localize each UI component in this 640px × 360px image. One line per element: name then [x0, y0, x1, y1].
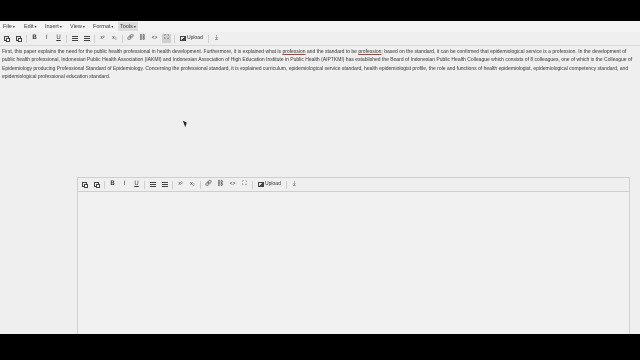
misspelled-word: profession [358, 49, 382, 55]
mouse-cursor [182, 119, 189, 128]
menu-edit[interactable]: Edit▾ [22, 22, 39, 31]
image-icon [180, 36, 186, 41]
toolbar-divider [174, 34, 175, 43]
toolbar-divider [252, 180, 253, 189]
download-icon: ⤓ [293, 181, 296, 187]
menu-file-label: File [3, 24, 12, 30]
upload-button[interactable]: Upload [256, 180, 283, 189]
upload-label: Upload [187, 35, 203, 41]
fullscreen-icon: ⛶ [242, 181, 247, 187]
underline-button[interactable]: U [54, 34, 63, 43]
menu-view[interactable]: View▾ [68, 22, 87, 31]
link-icon: 🔗︎ [204, 181, 213, 187]
copy-button[interactable] [2, 34, 11, 43]
fullscreen-icon: ⛶ [164, 35, 169, 41]
menu-edit-label: Edit [24, 24, 34, 30]
copy-icon [82, 182, 88, 188]
toolbar-divider [200, 180, 201, 189]
bold-button[interactable]: B [30, 34, 39, 43]
menu-tools-label: Tools [120, 24, 133, 30]
menu-view-label: View [70, 24, 82, 30]
chevron-down-icon: ▾ [133, 24, 136, 29]
editor-window: File▾ Edit▾ Insert▾ View▾ Format▾ Tools▾… [0, 21, 640, 334]
paste-button[interactable] [92, 180, 101, 189]
paste-button[interactable] [14, 34, 23, 43]
code-button[interactable]: <> [150, 34, 159, 43]
chevron-down-icon: ▾ [12, 24, 15, 29]
menu-insert[interactable]: Insert▾ [43, 22, 64, 31]
download-button[interactable]: ⤓ [212, 34, 221, 43]
numbered-list-icon [83, 36, 90, 41]
fullscreen-button[interactable]: ⛶ [162, 34, 171, 43]
link-icon: 🔗︎ [126, 35, 135, 41]
unlink-icon: ⛓︎ [138, 35, 147, 41]
toolbar-divider [172, 180, 173, 189]
subscript-button[interactable]: x₂ [110, 34, 119, 43]
menu-format-label: Format [93, 24, 111, 30]
toolbar-divider [207, 34, 209, 43]
toolbar-divider [122, 34, 123, 43]
menu-tools[interactable]: Tools▾ [118, 22, 138, 31]
editor-content[interactable]: First, this paper explains the need for … [2, 48, 635, 82]
toolbar-divider [144, 180, 145, 189]
numbered-list-button[interactable] [82, 34, 91, 43]
chevron-down-icon: ▾ [111, 24, 114, 29]
upload-button[interactable]: Upload [178, 34, 205, 43]
numbered-list-button[interactable] [160, 180, 169, 189]
bullet-list-icon [71, 36, 78, 41]
copy-icon [4, 36, 10, 42]
unlink-button[interactable]: ⛓︎ [138, 34, 147, 43]
content-text: and the standard to be [305, 49, 359, 55]
paste-icon [94, 182, 100, 188]
menu-format[interactable]: Format▾ [91, 22, 115, 31]
download-button[interactable]: ⤓ [290, 180, 299, 189]
subscript-button[interactable]: x₂ [188, 180, 197, 189]
download-icon: ⤓ [215, 35, 218, 41]
menu-insert-label: Insert [45, 24, 59, 30]
superscript-button[interactable]: x² [98, 34, 107, 43]
secondary-editor: B I U x² x₂ 🔗︎ ⛓︎ <> ⛶ Upload ⤓ [77, 177, 630, 334]
chevron-down-icon: ▾ [82, 24, 85, 29]
image-icon [258, 182, 264, 187]
toolbar-divider [104, 180, 105, 189]
unlink-button[interactable]: ⛓︎ [216, 180, 225, 189]
link-button[interactable]: 🔗︎ [204, 180, 213, 189]
secondary-editor-body[interactable] [78, 192, 629, 334]
toolbar-divider-line [0, 45, 640, 46]
fullscreen-button[interactable]: ⛶ [240, 180, 249, 189]
code-button[interactable]: <> [228, 180, 237, 189]
menubar: File▾ Edit▾ Insert▾ View▾ Format▾ Tools▾ [0, 21, 640, 32]
menu-file[interactable]: File▾ [1, 22, 17, 31]
bullet-list-button[interactable] [70, 34, 79, 43]
numbered-list-icon [161, 182, 168, 187]
upload-label: Upload [265, 181, 281, 187]
bullet-list-button[interactable] [148, 180, 157, 189]
italic-button[interactable]: I [120, 180, 129, 189]
copy-button[interactable] [80, 180, 89, 189]
bullet-list-icon [149, 182, 156, 187]
main-toolbar: B I U x² x₂ 🔗︎ ⛓︎ <> ⛶ Upload ⤓ [2, 33, 224, 44]
paste-icon [16, 36, 22, 42]
link-button[interactable]: 🔗︎ [126, 34, 135, 43]
toolbar-divider [26, 34, 27, 43]
toolbar-divider [285, 180, 287, 189]
chevron-down-icon: ▾ [59, 24, 62, 29]
bold-button[interactable]: B [108, 180, 117, 189]
toolbar-divider [66, 34, 67, 43]
superscript-button[interactable]: x² [176, 180, 185, 189]
content-text: First, this paper explains the need for … [2, 49, 283, 55]
secondary-toolbar: B I U x² x₂ 🔗︎ ⛓︎ <> ⛶ Upload ⤓ [80, 179, 302, 190]
toolbar-divider [94, 34, 95, 43]
italic-button[interactable]: I [42, 34, 51, 43]
unlink-icon: ⛓︎ [216, 181, 225, 187]
underline-button[interactable]: U [132, 180, 141, 189]
misspelled-word: profession [282, 49, 306, 55]
chevron-down-icon: ▾ [34, 24, 37, 29]
